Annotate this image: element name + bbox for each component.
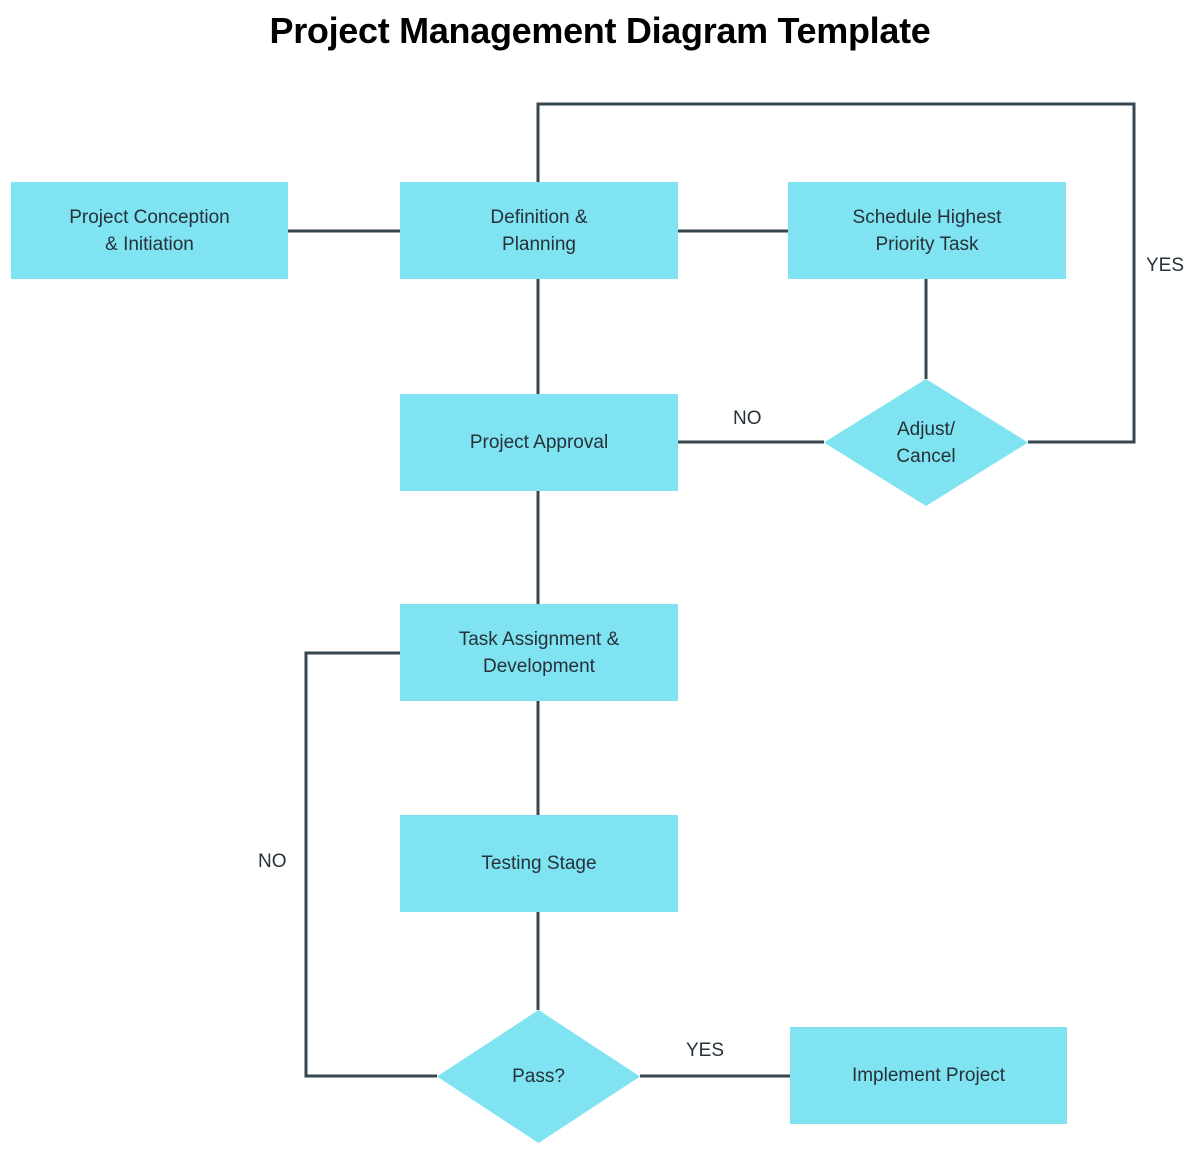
diamond-shape: [824, 379, 1028, 506]
diamond-shape: [437, 1010, 640, 1143]
node-schedule-highest-priority-task[interactable]: Schedule Highest Priority Task: [788, 182, 1066, 279]
node-label: Implement Project: [851, 1065, 1006, 1086]
edge-label-yes-pass-to-implement: YES: [686, 1040, 725, 1061]
node-label: Definition & Planning: [490, 206, 588, 255]
node-project-conception[interactable]: Project Conception & Initiation: [11, 182, 288, 279]
node-implement-project[interactable]: Implement Project: [790, 1027, 1067, 1124]
node-label: Testing Stage: [481, 853, 597, 874]
node-label: Schedule Highest Priority Task: [852, 206, 1002, 255]
node-label: Task Assignment & Development: [458, 628, 620, 677]
diagram-canvas: Project Management Diagram Template Proj…: [0, 0, 1200, 1153]
node-adjust-cancel[interactable]: Adjust/ Cancel: [824, 379, 1028, 506]
edge-label-no-approval-to-adjust: NO: [733, 408, 762, 429]
edge-label-yes-adjust-to-definition: YES: [1146, 255, 1185, 276]
node-project-approval[interactable]: Project Approval: [400, 394, 678, 491]
node-label: Project Conception & Initiation: [69, 206, 230, 255]
node-testing-stage[interactable]: Testing Stage: [400, 815, 678, 912]
edge-label-no-pass-to-task: NO: [258, 851, 287, 872]
node-definition-planning[interactable]: Definition & Planning: [400, 182, 678, 279]
node-task-assignment-development[interactable]: Task Assignment & Development: [400, 604, 678, 701]
node-pass-decision[interactable]: Pass?: [437, 1010, 640, 1143]
edge-layer: [288, 102, 1136, 1078]
node-label: Project Approval: [469, 432, 609, 453]
